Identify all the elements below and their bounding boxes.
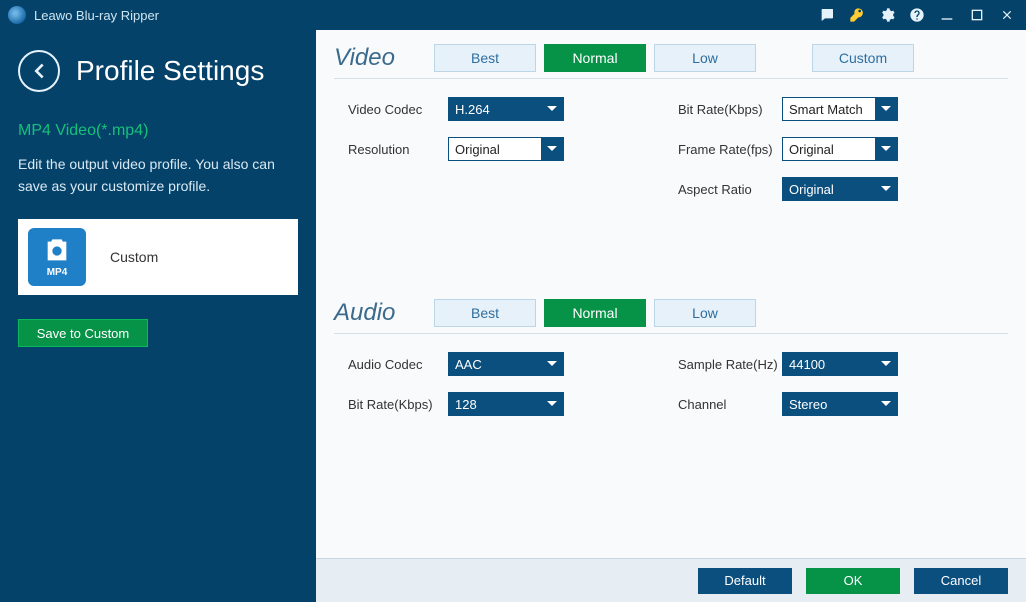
page-title: Profile Settings	[76, 55, 264, 87]
chevron-down-icon	[875, 178, 897, 200]
footer-bar: Default OK Cancel	[316, 558, 1026, 602]
key-icon[interactable]	[844, 2, 870, 28]
app-logo-icon	[8, 6, 26, 24]
resolution-label: Resolution	[348, 142, 448, 157]
audio-bitrate-label: Bit Rate(Kbps)	[348, 397, 448, 412]
video-title: Video	[334, 44, 430, 72]
samplerate-select[interactable]: 44100	[782, 352, 898, 376]
video-preset-normal[interactable]: Normal	[544, 44, 646, 72]
audio-preset-low[interactable]: Low	[654, 299, 756, 327]
audio-codec-label: Audio Codec	[348, 357, 448, 372]
samplerate-label: Sample Rate(Hz)	[678, 357, 782, 372]
minimize-button[interactable]	[934, 2, 960, 28]
samplerate-value: 44100	[783, 357, 875, 372]
audio-preset-normal[interactable]: Normal	[544, 299, 646, 327]
ok-button[interactable]: OK	[806, 568, 900, 594]
chevron-down-icon	[541, 138, 563, 160]
titlebar: Leawo Blu-ray Ripper	[0, 0, 1026, 30]
profile-card-ext: MP4	[47, 267, 68, 278]
default-button[interactable]: Default	[698, 568, 792, 594]
audio-preset-best[interactable]: Best	[434, 299, 536, 327]
framerate-select[interactable]: Original	[782, 137, 898, 161]
audio-bitrate-value: 128	[449, 397, 541, 412]
video-codec-label: Video Codec	[348, 102, 448, 117]
chevron-down-icon	[875, 138, 897, 160]
help-icon[interactable]	[904, 2, 930, 28]
resolution-select[interactable]: Original	[448, 137, 564, 161]
profile-card-label: Custom	[110, 249, 158, 265]
back-button[interactable]	[18, 50, 60, 92]
framerate-value: Original	[783, 142, 875, 157]
framerate-label: Frame Rate(fps)	[678, 142, 782, 157]
gear-icon[interactable]	[874, 2, 900, 28]
chevron-down-icon	[875, 393, 897, 415]
chevron-down-icon	[541, 353, 563, 375]
channel-select[interactable]: Stereo	[782, 392, 898, 416]
video-preset-best[interactable]: Best	[434, 44, 536, 72]
app-title: Leawo Blu-ray Ripper	[34, 8, 159, 23]
video-bitrate-select[interactable]: Smart Match	[782, 97, 898, 121]
audio-bitrate-select[interactable]: 128	[448, 392, 564, 416]
close-button[interactable]	[994, 2, 1020, 28]
chevron-down-icon	[541, 98, 563, 120]
profile-name: MP4 Video(*.mp4)	[18, 122, 298, 140]
video-bitrate-label: Bit Rate(Kbps)	[678, 102, 782, 117]
channel-value: Stereo	[783, 397, 875, 412]
video-codec-select[interactable]: H.264	[448, 97, 564, 121]
resolution-value: Original	[449, 142, 541, 157]
speech-bubble-icon[interactable]	[814, 2, 840, 28]
profile-description: Edit the output video profile. You also …	[18, 154, 298, 197]
profile-card-custom[interactable]: MP4 Custom	[18, 219, 298, 295]
audio-title: Audio	[334, 299, 430, 327]
cancel-button[interactable]: Cancel	[914, 568, 1008, 594]
sidebar: Profile Settings MP4 Video(*.mp4) Edit t…	[0, 30, 316, 602]
video-preset-custom[interactable]: Custom	[812, 44, 914, 72]
channel-label: Channel	[678, 397, 782, 412]
aspect-ratio-value: Original	[783, 182, 875, 197]
aspect-ratio-label: Aspect Ratio	[678, 182, 782, 197]
video-bitrate-value: Smart Match	[783, 102, 875, 117]
video-codec-value: H.264	[449, 102, 541, 117]
chevron-down-icon	[875, 353, 897, 375]
audio-codec-value: AAC	[449, 357, 541, 372]
audio-codec-select[interactable]: AAC	[448, 352, 564, 376]
aspect-ratio-select[interactable]: Original	[782, 177, 898, 201]
chevron-down-icon	[541, 393, 563, 415]
content-area: Video Best Normal Low Custom Video Codec…	[316, 30, 1026, 602]
maximize-button[interactable]	[964, 2, 990, 28]
save-to-custom-button[interactable]: Save to Custom	[18, 319, 148, 347]
chevron-down-icon	[875, 98, 897, 120]
video-section-header: Video Best Normal Low Custom	[334, 44, 1008, 79]
video-preset-low[interactable]: Low	[654, 44, 756, 72]
audio-section-header: Audio Best Normal Low	[334, 299, 1008, 334]
mp4-file-icon: MP4	[28, 228, 86, 286]
